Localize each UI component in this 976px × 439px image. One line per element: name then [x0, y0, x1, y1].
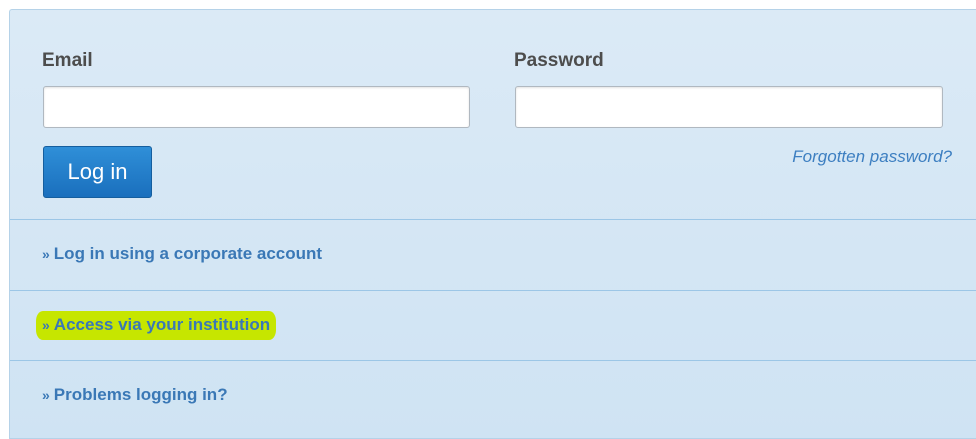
- problems-login-link[interactable]: » Problems logging in?: [42, 385, 228, 405]
- raquo-icon: »: [42, 387, 50, 403]
- password-label: Password: [514, 50, 604, 71]
- institution-access-label: Access via your institution: [53, 315, 271, 334]
- raquo-icon: »: [42, 246, 50, 262]
- institution-access-row: » Access via your institution: [10, 290, 976, 361]
- problems-login-row: » Problems logging in?: [10, 360, 976, 431]
- password-field[interactable]: [515, 86, 943, 128]
- corporate-login-row: » Log in using a corporate account: [10, 219, 976, 290]
- highlight-marker: » Access via your institution: [36, 311, 277, 340]
- email-field[interactable]: [43, 86, 470, 128]
- corporate-login-link[interactable]: » Log in using a corporate account: [42, 244, 322, 264]
- email-label: Email: [42, 50, 93, 71]
- raquo-icon: »: [42, 317, 50, 333]
- login-panel: Email Password Log in Forgotten password…: [9, 9, 976, 439]
- institution-access-link[interactable]: » Access via your institution: [36, 311, 277, 340]
- problems-login-label: Problems logging in?: [53, 385, 228, 404]
- login-button[interactable]: Log in: [43, 146, 152, 198]
- forgot-password-link[interactable]: Forgotten password?: [792, 147, 952, 167]
- corporate-login-label: Log in using a corporate account: [53, 244, 323, 263]
